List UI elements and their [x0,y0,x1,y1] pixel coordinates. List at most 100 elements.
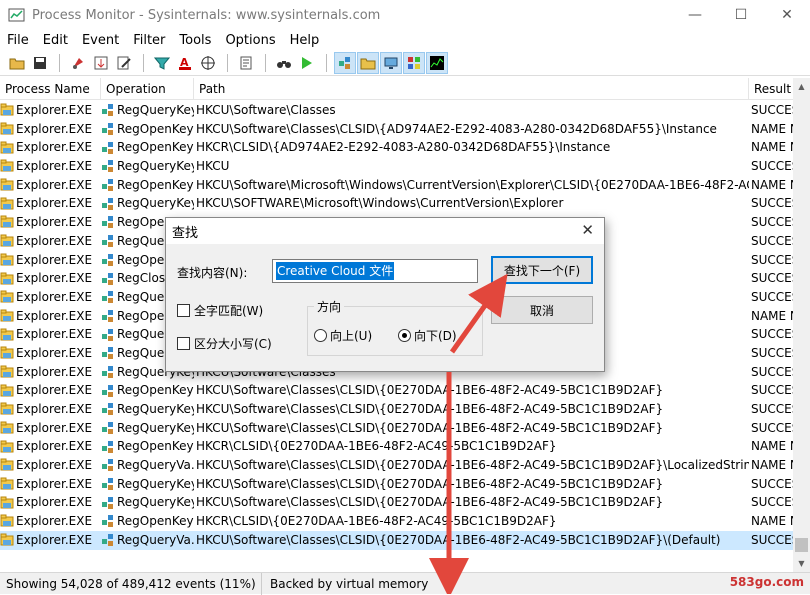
process-name-cell: Explorer.EXE [0,512,101,531]
toolbar: A [0,50,810,76]
capture-icon[interactable] [67,52,89,74]
process-name-cell: Explorer.EXE [0,288,101,307]
match-case-checkbox[interactable]: 区分大小写(C) [177,335,272,352]
status-events: Showing 54,028 of 489,412 events (11%) [0,572,262,595]
table-row[interactable]: Explorer.EXE RegQueryKeyHKCU\Software\Cla… [0,475,793,494]
table-row[interactable]: Explorer.EXE RegQueryVa... HKCU\Software\C… [0,456,793,475]
registry-icon [101,215,117,229]
process-icon [0,496,16,510]
find-dialog-close-icon[interactable]: ✕ [581,221,594,239]
find-icon[interactable] [273,52,295,74]
process-icon [0,234,16,248]
registry-icon [101,103,117,117]
table-row[interactable]: Explorer.EXE RegQueryKeyHKCU\Software\Cla… [0,400,793,419]
process-icon [0,215,16,229]
operation-cell: RegOpenKey [101,381,194,400]
result-cell: SUCCESS [751,476,793,491]
scroll-down-icon[interactable]: ▼ [793,555,810,572]
column-result[interactable]: Result [749,78,793,100]
match-whole-word-checkbox[interactable]: 全字匹配(W) [177,302,263,319]
table-row[interactable]: Explorer.EXE RegQueryKeyHKCU\Software\Cla… [0,493,793,512]
direction-down-label: 向下(D) [414,329,457,343]
registry-activity-icon[interactable] [334,51,356,74]
vertical-scrollbar[interactable]: ▲ ▼ [793,78,810,572]
match-case-label: 区分大小写(C) [194,337,272,351]
find-next-button[interactable]: 查找下一个(F) [491,256,593,284]
direction-down-radio[interactable]: 向下(D) [398,327,457,344]
registry-icon [101,440,117,454]
operation-name: RegQueryVa... [117,532,194,547]
target-icon[interactable] [197,52,219,74]
process-name: Explorer.EXE [16,271,93,286]
table-row[interactable]: Explorer.EXE RegQueryKey HKCU\SOFTWARE\Mic… [0,194,793,213]
process-name: Explorer.EXE [16,289,93,304]
cancel-button[interactable]: 取消 [491,296,593,324]
table-row[interactable]: Explorer.EXE RegOpenKey HKCU\Software\Clas… [0,120,793,139]
column-process-name[interactable]: Process Name [0,78,101,100]
minimize-button[interactable]: — [672,0,718,30]
operation-cell: RegQueryKey [101,157,194,176]
process-name: Explorer.EXE [16,159,93,174]
operation-cell: RegQueryKey [101,475,194,494]
open-icon[interactable] [6,52,28,74]
close-button[interactable]: ✕ [764,0,810,30]
menu-bar: File Edit Event Filter Tools Options Hel… [0,30,810,50]
find-input[interactable]: Creative Cloud 文件 [272,259,478,283]
menu-tools[interactable]: Tools [172,33,218,48]
autoscroll-icon[interactable] [90,52,112,74]
menu-edit[interactable]: Edit [36,33,75,48]
registry-icon [101,384,117,398]
menu-help[interactable]: Help [283,33,327,48]
save-icon[interactable] [29,52,51,74]
path-cell: HKCR\CLSID\{0E270DAA-1BE6-48F2-AC49-5BC1… [196,439,557,454]
table-row[interactable]: Explorer.EXE RegOpenKey HKCU\Software\Micr… [0,176,793,195]
table-row[interactable]: Explorer.EXE RegOpenKey HKCR\CLSID\{AD974A… [0,138,793,157]
operation-name: RegOpenKey [117,140,194,155]
process-name: Explorer.EXE [16,420,93,435]
file-activity-icon[interactable] [357,51,379,74]
highlight-icon[interactable]: A [174,52,196,74]
table-row[interactable]: Explorer.EXE RegQueryVa... HKCU\Software\C… [0,530,793,550]
clear-icon[interactable] [113,52,135,74]
operation-cell: RegQueryKey [101,101,194,120]
process-icon [0,309,16,323]
path-cell: HKCU\Software\Microsoft\Windows\CurrentV… [196,177,749,192]
result-cell: SUCCESS [751,289,793,304]
table-row[interactable]: Explorer.EXE RegQueryKeyHKCU\Software\Cla… [0,419,793,438]
properties-icon[interactable] [235,52,257,74]
path-cell: HKCU\Software\Classes\CLSID\{AD974AE2-E2… [196,121,717,136]
filter-icon[interactable] [151,52,173,74]
operation-name: RegQueryKey [117,103,194,117]
operation-name: RegQueryKey [117,420,194,435]
menu-options[interactable]: Options [218,33,282,48]
direction-up-radio[interactable]: 向上(U) [314,327,372,344]
menu-file[interactable]: File [0,33,36,48]
table-row[interactable]: Explorer.EXE RegQueryKeyHKCU\Software\Cla… [0,101,793,120]
path-cell: HKCU\Software\Classes [196,103,336,117]
table-row[interactable]: Explorer.EXE RegOpenKey HKCR\CLSID\{0E270D… [0,437,793,456]
column-path[interactable]: Path [194,78,749,100]
network-activity-icon[interactable] [380,51,402,74]
process-name-cell: Explorer.EXE [0,307,101,326]
profiling-icon[interactable] [426,51,448,74]
operation-name: RegQueryKey [117,495,194,510]
result-cell: NAME NOT FOUND [751,308,793,323]
operation-cell: RegOpenKey [101,138,194,157]
menu-event[interactable]: Event [75,33,126,48]
jump-icon[interactable] [296,52,318,74]
menu-filter[interactable]: Filter [126,33,172,48]
result-cell: SUCCESS [751,252,793,267]
maximize-button[interactable]: ☐ [718,0,764,30]
column-operation[interactable]: Operation [101,78,194,100]
scroll-up-icon[interactable]: ▲ [793,78,810,95]
process-name-cell: Explorer.EXE [0,213,101,232]
process-activity-icon[interactable] [403,51,425,74]
process-name: Explorer.EXE [16,252,93,267]
table-row[interactable]: Explorer.EXE RegOpenKey HKCR\CLSID\{0E270D… [0,512,793,531]
process-name: Explorer.EXE [16,476,93,491]
scroll-thumb[interactable] [795,538,808,552]
table-row[interactable]: Explorer.EXE RegOpenKey HKCU\Software\Clas… [0,381,793,400]
operation-cell: RegOpenKey [101,120,194,139]
table-row[interactable]: Explorer.EXE RegQueryKeyHKCU SUCCESS [0,157,793,176]
process-icon [0,421,16,435]
